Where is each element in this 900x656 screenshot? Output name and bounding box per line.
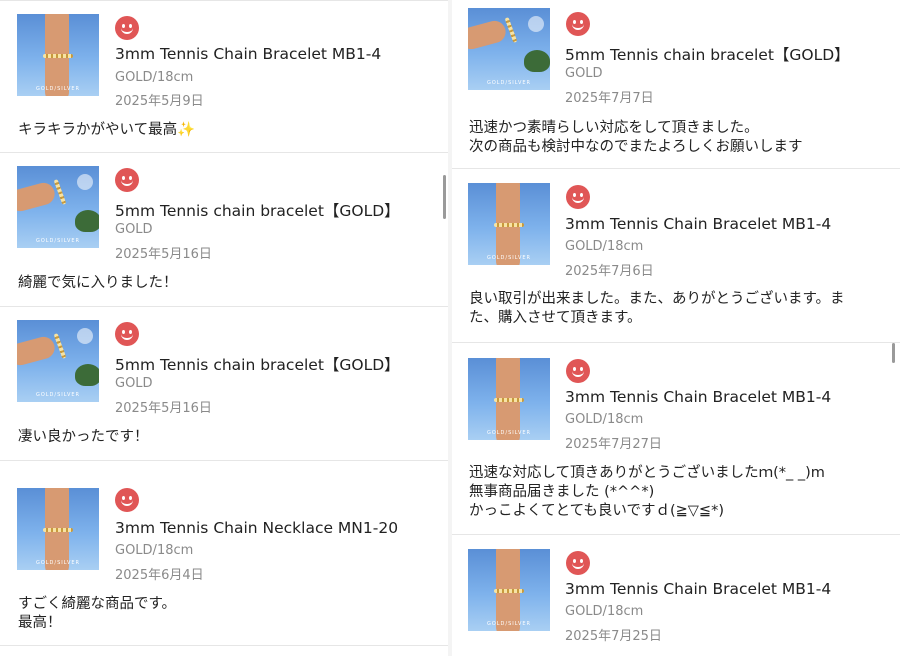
thumbnail-watermark: GOLD/SILVER [35, 86, 81, 92]
review-date: 2025年7月25日 [565, 629, 662, 644]
review-item[interactable]: GOLD/SILVER 3mm Tennis Chain Bracelet MB… [452, 169, 900, 342]
review-comment: 迅速かつ素晴らしい対応をして頂きました。 次の商品も検討中なのでまたよろしくお願… [469, 120, 803, 155]
review-comment: 迅速な対応して頂きありがとうございましたｍ(*_ _)m 無事商品届きました (… [469, 465, 825, 519]
thumbnail-watermark: GOLD/SILVER [35, 392, 81, 398]
review-item[interactable]: GOLD/SILVER 5mm Tennis chain bracelet【GO… [0, 307, 452, 459]
product-thumbnail[interactable]: GOLD/SILVER [17, 14, 99, 96]
smile-icon [566, 12, 590, 36]
thumbnail-watermark: GOLD/SILVER [486, 430, 532, 436]
product-thumbnail[interactable]: GOLD/SILVER [468, 8, 550, 90]
smile-icon [115, 322, 139, 346]
review-comment: 凄い良かったです！ [18, 429, 149, 445]
product-thumbnail[interactable]: GOLD/SILVER [17, 166, 99, 248]
review-comment: 綺麗で気に入りました！ [18, 275, 178, 291]
review-date: 2025年5月16日 [115, 247, 212, 262]
smile-icon [115, 488, 139, 512]
product-variant: GOLD [115, 222, 153, 237]
review-comment: すごく綺麗な商品です。 最高！ [18, 596, 177, 631]
review-item[interactable]: GOLD/SILVER 3mm Tennis Chain Necklace MN… [0, 461, 452, 651]
scrollbar-thumb[interactable] [443, 175, 446, 219]
product-thumbnail[interactable]: GOLD/SILVER [17, 488, 99, 570]
product-variant: GOLD/18cm [115, 543, 194, 558]
product-variant: GOLD/18cm [565, 412, 644, 427]
product-title[interactable]: 3mm Tennis Chain Bracelet MB1-4 [565, 215, 831, 233]
product-title[interactable]: 3mm Tennis Chain Bracelet MB1-4 [565, 388, 831, 406]
product-thumbnail[interactable]: GOLD/SILVER [468, 183, 550, 265]
review-date: 2025年6月4日 [115, 568, 204, 583]
product-title[interactable]: 3mm Tennis Chain Bracelet MB1-4 [115, 45, 381, 63]
thumbnail-watermark: GOLD/SILVER [486, 80, 532, 86]
product-title[interactable]: 3mm Tennis Chain Bracelet MB1-4 [565, 580, 831, 598]
thumbnail-watermark: GOLD/SILVER [35, 238, 81, 244]
product-title[interactable]: 3mm Tennis Chain Necklace MN1-20 [115, 519, 398, 537]
right-review-column: GOLD/SILVER 5mm Tennis chain bracelet【GO… [452, 0, 900, 656]
divider [0, 645, 452, 646]
review-item[interactable]: GOLD/SILVER 5mm Tennis chain bracelet【GO… [452, 0, 900, 168]
review-comment: 良い取引が出来ました。また、ありがとうございます。ま た、購入させて頂きます。 [469, 291, 845, 326]
smile-icon [566, 551, 590, 575]
thumbnail-watermark: GOLD/SILVER [486, 621, 532, 627]
smile-icon [115, 16, 139, 40]
product-thumbnail[interactable]: GOLD/SILVER [468, 549, 550, 631]
scrollbar-thumb[interactable] [892, 343, 895, 363]
product-variant: GOLD [115, 376, 153, 391]
product-variant: GOLD/18cm [115, 70, 194, 85]
review-date: 2025年7月27日 [565, 437, 662, 452]
product-title[interactable]: 5mm Tennis chain bracelet【GOLD】 [115, 353, 400, 375]
review-date: 2025年7月7日 [565, 91, 654, 106]
review-item[interactable]: GOLD/SILVER 5mm Tennis chain bracelet【GO… [0, 153, 452, 305]
review-comment: キラキラかがやいて最高✨ [18, 122, 196, 138]
review-item[interactable]: GOLD/SILVER 3mm Tennis Chain Bracelet MB… [452, 535, 900, 656]
product-title[interactable]: 5mm Tennis chain bracelet【GOLD】 [565, 43, 850, 65]
review-date: 2025年5月16日 [115, 401, 212, 416]
smile-icon [115, 168, 139, 192]
thumbnail-watermark: GOLD/SILVER [486, 255, 532, 261]
product-title[interactable]: 5mm Tennis chain bracelet【GOLD】 [115, 199, 400, 221]
product-thumbnail[interactable]: GOLD/SILVER [468, 358, 550, 440]
review-date: 2025年5月9日 [115, 94, 204, 109]
review-date: 2025年7月6日 [565, 264, 654, 279]
review-item[interactable]: GOLD/SILVER 3mm Tennis Chain Bracelet MB… [0, 0, 452, 152]
product-thumbnail[interactable]: GOLD/SILVER [17, 320, 99, 402]
product-variant: GOLD [565, 66, 603, 81]
product-variant: GOLD/18cm [565, 239, 644, 254]
left-review-column: GOLD/SILVER 3mm Tennis Chain Bracelet MB… [0, 0, 452, 656]
thumbnail-watermark: GOLD/SILVER [35, 560, 81, 566]
smile-icon [566, 359, 590, 383]
smile-icon [566, 185, 590, 209]
product-variant: GOLD/18cm [565, 604, 644, 619]
review-item[interactable]: GOLD/SILVER 3mm Tennis Chain Bracelet MB… [452, 343, 900, 533]
